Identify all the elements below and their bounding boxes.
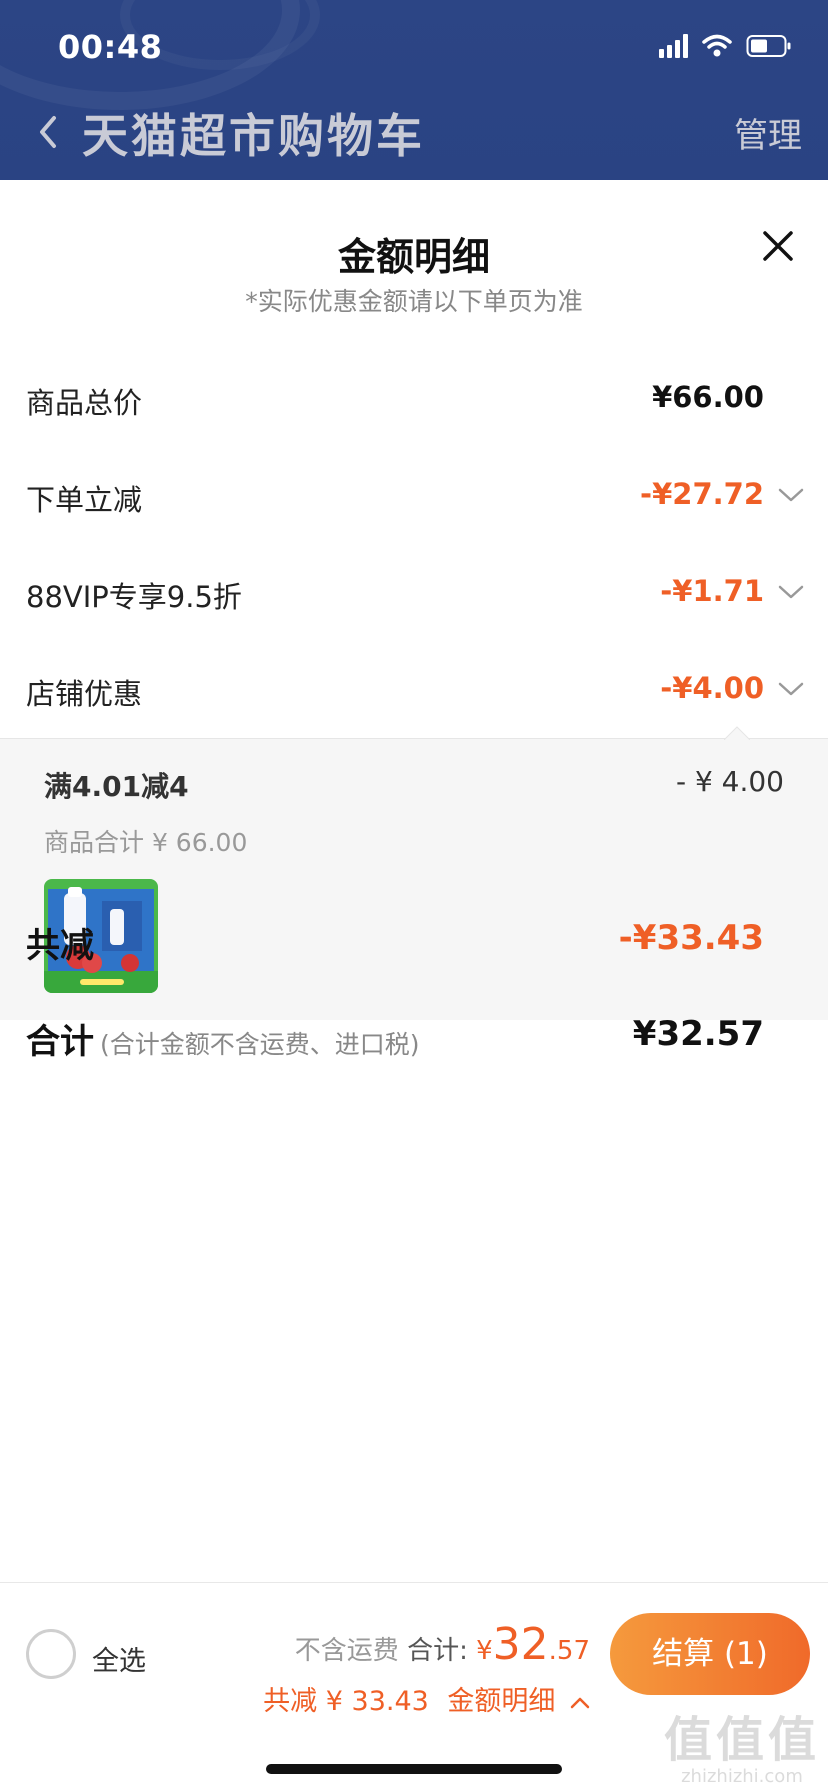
- row-value: ¥66.00: [652, 380, 764, 414]
- summary-discount[interactable]: 共减 ¥ 33.43 金额明细: [263, 1679, 590, 1718]
- promo-amount: - ¥ 4.00: [675, 765, 784, 798]
- currency-symbol: ¥: [476, 1636, 493, 1666]
- row-label: 店铺优惠: [26, 677, 143, 711]
- watermark-main: 值值值: [663, 1712, 820, 1768]
- manage-button[interactable]: 管理: [734, 108, 802, 157]
- total-discount-value: -¥33.43: [618, 918, 764, 958]
- signal-icon: [659, 34, 688, 58]
- total-value: ¥32.57: [632, 1014, 764, 1054]
- row-store-discount[interactable]: 店铺优惠 -¥4.00: [0, 661, 828, 721]
- row-label: 下单立减: [26, 483, 143, 517]
- row-label: 商品总价: [26, 386, 143, 420]
- shipping-note: 不含运费: [294, 1636, 399, 1666]
- total-row: 合计 (合计金额不含运费、进口税): [26, 1014, 420, 1063]
- summary-total-label: 合计:: [407, 1636, 468, 1666]
- sheet-title: 金额明细: [337, 235, 490, 279]
- battery-icon: [746, 34, 792, 58]
- select-all-label[interactable]: 全选: [92, 1639, 146, 1678]
- row-value: -¥4.00: [660, 671, 764, 705]
- app-header: 00:48 天猫超市购物车 管理: [0, 0, 828, 180]
- details-link[interactable]: 金额明细: [447, 1686, 555, 1717]
- promo-title: 满4.01减4: [44, 770, 189, 803]
- summary-total: 不含运费 合计: ¥32.57: [295, 1619, 590, 1670]
- total-decimal: .57: [548, 1636, 590, 1666]
- total-discount-label: 共减: [26, 926, 94, 966]
- page-title: 天猫超市购物车: [82, 109, 425, 163]
- promo-subtotal: 商品合计 ¥ 66.00: [44, 828, 248, 857]
- store-discount-panel: 满4.01减4 - ¥ 4.00 商品合计 ¥ 66.00: [0, 726, 828, 1020]
- row-value: -¥27.72: [640, 477, 764, 511]
- status-icons: [659, 34, 792, 58]
- row-vip-discount[interactable]: 88VIP专享9.5折 -¥1.71: [0, 564, 828, 624]
- home-indicator[interactable]: [266, 1764, 562, 1774]
- discount-text: 共减 ¥ 33.43: [263, 1686, 429, 1717]
- chevron-down-icon[interactable]: [778, 584, 804, 600]
- chevron-down-icon[interactable]: [778, 487, 804, 503]
- total-label: 合计: [26, 1022, 94, 1062]
- panel-pointer: [724, 726, 750, 740]
- amount-details-sheet: 金额明细 *实际优惠金额请以下单页为准 商品总价 ¥66.00 下单立减 -¥2…: [0, 180, 828, 1792]
- back-arrow-icon[interactable]: [34, 112, 62, 152]
- checkout-button[interactable]: 结算 (1): [610, 1613, 810, 1695]
- status-time: 00:48: [58, 28, 163, 66]
- select-all-checkbox[interactable]: [26, 1629, 76, 1679]
- close-icon[interactable]: [760, 228, 796, 264]
- sheet-subtitle: *实际优惠金额请以下单页为准: [245, 287, 583, 316]
- row-label: 88VIP专享9.5折: [26, 580, 242, 614]
- total-note: (合计金额不含运费、进口税): [100, 1030, 420, 1059]
- wifi-icon: [702, 34, 732, 58]
- total-integer: 32: [492, 1619, 549, 1670]
- watermark-sub: zhizhizhi.com: [681, 1766, 803, 1787]
- row-order-discount[interactable]: 下单立减 -¥27.72: [0, 467, 828, 527]
- chevron-down-icon[interactable]: [778, 681, 804, 697]
- watermark: 值值值 zhizhizhi.com: [664, 1700, 820, 1787]
- row-goods-total: 商品总价 ¥66.00: [0, 370, 828, 430]
- row-value: -¥1.71: [660, 574, 764, 608]
- chevron-up-icon[interactable]: [570, 1696, 590, 1710]
